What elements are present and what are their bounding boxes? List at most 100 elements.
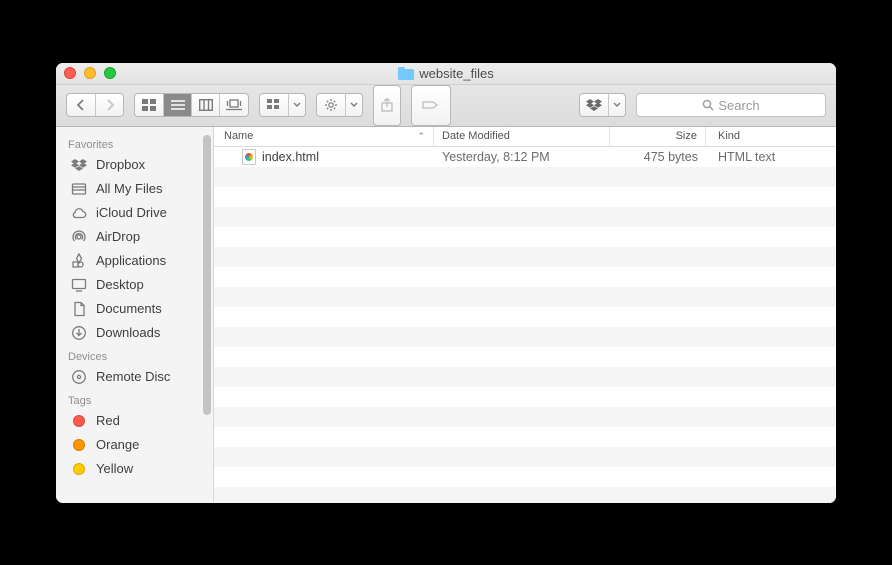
search-icon [702,99,714,111]
sidebar-item-label: Orange [96,437,139,452]
traffic-lights [64,67,116,79]
column-kind[interactable]: Kind [706,127,836,146]
share-button[interactable] [373,85,401,126]
empty-row [214,447,836,467]
chevron-down-icon [608,94,625,116]
apps-icon [70,253,88,269]
column-size[interactable]: Size [610,127,706,146]
sidebar-item-label: Dropbox [96,157,145,172]
file-row[interactable]: index.html Yesterday, 8:12 PM475 bytesHTM… [214,147,836,167]
action-menu[interactable] [316,93,363,117]
empty-row [214,347,836,367]
sidebar-item-label: Remote Disc [96,369,170,384]
html-file-icon [242,149,256,165]
sidebar-item-label: Desktop [96,277,144,292]
sidebar-item-desktop[interactable]: Desktop [56,273,213,297]
empty-row [214,387,836,407]
file-rows: index.html Yesterday, 8:12 PM475 bytesHTM… [214,147,836,503]
sidebar-section-label: Devices [56,345,213,365]
desktop-icon [70,277,88,293]
view-icon-button[interactable] [135,94,163,116]
empty-row [214,227,836,247]
sidebar-item-applications[interactable]: Applications [56,249,213,273]
view-switcher [134,93,249,117]
sidebar-item-remote-disc[interactable]: Remote Disc [56,365,213,389]
empty-row [214,427,836,447]
sidebar-item-label: AirDrop [96,229,140,244]
sidebar-item-icloud-drive[interactable]: iCloud Drive [56,201,213,225]
titlebar[interactable]: website_files [56,63,836,85]
chevron-down-icon [288,94,305,116]
folder-icon [398,67,414,80]
sidebar-item-label: iCloud Drive [96,205,167,220]
empty-row [214,407,836,427]
nav-buttons [66,93,124,117]
column-date[interactable]: Date Modified [434,127,610,146]
column-name[interactable]: Name ⌃ [214,127,434,146]
icloud-icon [70,205,88,221]
sidebar-item-label: Applications [96,253,166,268]
finder-window: website_files [56,63,836,503]
forward-button[interactable] [95,94,123,116]
sidebar-item-documents[interactable]: Documents [56,297,213,321]
search-field[interactable]: Search [636,93,826,117]
content-split: Favorites Dropbox All My Files iCloud Drive… [56,127,836,503]
file-kind: HTML text [706,150,836,164]
empty-row [214,287,836,307]
sidebar-item-label: Downloads [96,325,160,340]
empty-row [214,367,836,387]
close-button[interactable] [64,67,76,79]
search-placeholder: Search [718,98,759,113]
sidebar-item-red[interactable]: Red [56,409,213,433]
gear-icon [317,94,345,116]
file-name: index.html [262,150,319,164]
dropbox-menu[interactable] [579,93,626,117]
dropbox-icon [580,94,608,116]
arrange-menu[interactable] [259,93,306,117]
column-date-label: Date Modified [442,130,510,142]
sidebar: Favorites Dropbox All My Files iCloud Drive… [56,127,214,503]
view-list-button[interactable] [163,94,191,116]
window-title-text: website_files [419,66,493,81]
back-button[interactable] [67,94,95,116]
sidebar-item-all-my-files[interactable]: All My Files [56,177,213,201]
toolbar: Search [56,85,836,127]
downloads-icon [70,325,88,341]
tag-icon [70,413,88,429]
tags-button[interactable] [411,85,451,126]
sidebar-item-airdrop[interactable]: AirDrop [56,225,213,249]
window-title: website_files [398,66,493,81]
sidebar-item-label: Yellow [96,461,133,476]
column-name-label: Name [224,130,253,142]
disc-icon [70,369,88,385]
view-column-button[interactable] [191,94,219,116]
sidebar-section-label: Tags [56,389,213,409]
column-size-label: Size [676,130,697,142]
sidebar-item-downloads[interactable]: Downloads [56,321,213,345]
documents-icon [70,301,88,317]
empty-row [214,467,836,487]
allmyfiles-icon [70,181,88,197]
scrollbar[interactable] [203,135,211,415]
tag-icon [70,437,88,453]
file-size: 475 bytes [610,150,706,164]
file-list-pane: Name ⌃ Date Modified Size Kind index.htm… [214,127,836,503]
view-coverflow-button[interactable] [219,94,248,116]
column-kind-label: Kind [718,130,740,142]
sidebar-item-label: Documents [96,301,162,316]
sidebar-item-yellow[interactable]: Yellow [56,457,213,481]
dropbox-icon [70,157,88,173]
sidebar-item-orange[interactable]: Orange [56,433,213,457]
zoom-button[interactable] [104,67,116,79]
empty-row [214,267,836,287]
empty-row [214,207,836,227]
airdrop-icon [70,229,88,245]
sidebar-item-dropbox[interactable]: Dropbox [56,153,213,177]
sidebar-section-label: Favorites [56,133,213,153]
minimize-button[interactable] [84,67,96,79]
column-headers: Name ⌃ Date Modified Size Kind [214,127,836,147]
empty-row [214,167,836,187]
empty-row [214,247,836,267]
sort-ascending-icon: ⌃ [417,131,425,142]
file-date: Yesterday, 8:12 PM [434,150,610,164]
